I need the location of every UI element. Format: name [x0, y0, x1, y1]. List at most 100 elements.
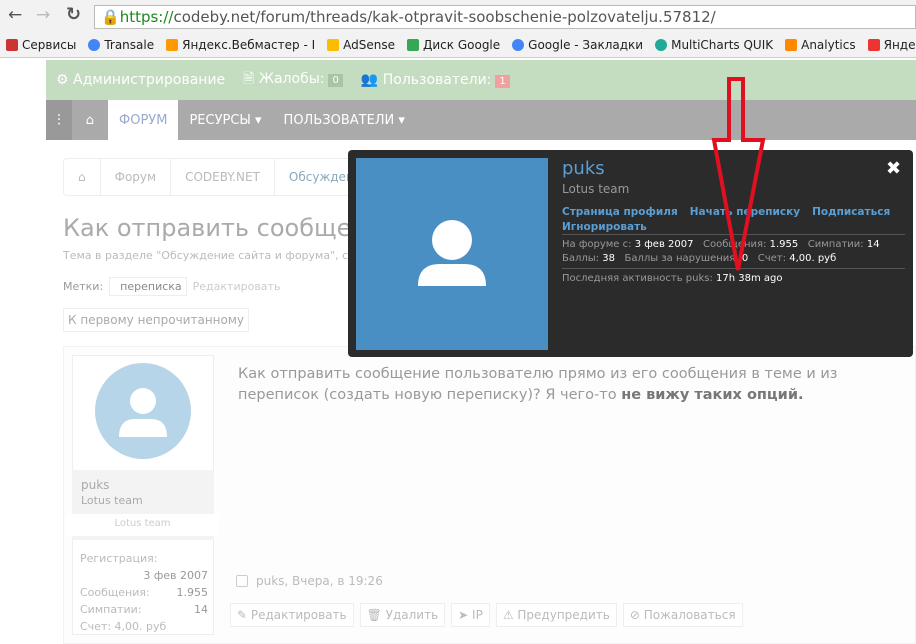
popup-user-title: Lotus team: [562, 182, 630, 196]
popup-username[interactable]: puks: [562, 158, 605, 179]
ip-button[interactable]: ➤ IP: [451, 603, 490, 627]
post-actions: ✎ Редактировать 🗑 Удалить ➤ IP ⚠ Предупр…: [230, 603, 743, 627]
red-arrow-annotation: [711, 77, 766, 271]
post-author-date[interactable]: puks, Вчера, в 19:26: [256, 574, 383, 588]
first-unread-button[interactable]: К первому непрочитанному: [63, 308, 250, 332]
complaints-badge: 0: [328, 74, 343, 87]
account-value: 4,00. руб: [789, 253, 837, 264]
delete-button[interactable]: 🗑 Удалить: [359, 603, 446, 627]
yandex-icon: [166, 39, 179, 51]
forward-icon[interactable]: →: [36, 5, 50, 25]
users-label: Пользователи:: [382, 72, 492, 88]
admin-link[interactable]: ⚙ Администрирование: [56, 72, 225, 88]
account: Счет: 4,00. руб: [80, 620, 167, 633]
bookmark[interactable]: Яндекс.Вебмастер - I: [166, 36, 315, 54]
admin-bar: ⚙ Администрирование 🗎 Жалобы: 0 👥 Пользов…: [46, 60, 916, 100]
messages-value: 1.955: [176, 586, 209, 599]
close-icon[interactable]: ✖: [886, 158, 901, 179]
bookmark[interactable]: Яндекс.Мет: [867, 36, 916, 54]
bookmark[interactable]: MultiCharts QUIK: [655, 36, 773, 54]
complaints-link[interactable]: 🗎 Жалобы: 0: [243, 68, 343, 92]
adsense-icon: [327, 39, 340, 51]
likes-label: Симпатии:: [80, 603, 142, 616]
likes-label: Симпатии:: [807, 239, 864, 250]
tab-users[interactable]: ПОЛЬЗОВАТЕЛИ ▾: [273, 100, 416, 140]
points-label: Баллы:: [562, 253, 600, 264]
multicharts-icon: [655, 39, 668, 51]
user-icon: [418, 220, 486, 286]
bookmark[interactable]: Сервисы: [6, 36, 76, 54]
drive-icon: [407, 39, 419, 51]
admin-label: Администрирование: [73, 72, 226, 88]
since-value: 3 фев 2007: [634, 239, 694, 250]
report-button[interactable]: ⊘ Пожаловаться: [622, 603, 743, 627]
bookmark-label: AdSense: [343, 38, 395, 52]
apps-icon: [6, 39, 18, 51]
bookmark-label: Яндекс.Мет: [883, 38, 916, 52]
tab-resources[interactable]: РЕСУРСЫ ▾: [178, 100, 272, 140]
bookmarks-bar: Сервисы Transale Яндекс.Вебмастер - I Ad…: [0, 33, 916, 58]
bookmark[interactable]: Диск Google: [407, 36, 500, 54]
address-bar[interactable]: 🔒https://codeby.net/forum/threads/kak-ot…: [94, 5, 916, 29]
bookmark-label: Google - Закладки: [528, 38, 644, 52]
url-path: codeby.net/forum/threads/kak-otpravit-so…: [173, 8, 716, 26]
users-link[interactable]: 👥 Пользователи: 1: [361, 72, 510, 88]
message-text-bold: не вижу таких опций.: [621, 387, 804, 403]
page-title: Как отправить сообщение пользователю: [63, 214, 353, 242]
reload-icon[interactable]: ↻: [66, 4, 81, 25]
logo-icon[interactable]: ⫶: [46, 100, 72, 140]
back-icon[interactable]: ←: [8, 5, 22, 25]
tag[interactable]: переписка: [109, 277, 187, 296]
users-badge: 1: [495, 75, 510, 88]
follow-link[interactable]: Подписаться: [812, 206, 890, 218]
post-message: Как отправить сообщение пользователю пря…: [238, 364, 888, 406]
thread-subtitle: Тема в разделе "Обсуждение сайта и форум…: [63, 249, 349, 262]
username[interactable]: puks: [81, 478, 109, 492]
points-value: 38: [602, 253, 615, 264]
ignore-link[interactable]: Игнорировать: [562, 221, 647, 233]
main-nav: ⫶ ⌂ ФОРУМ РЕСУРСЫ ▾ ПОЛЬЗОВАТЕЛИ ▾: [46, 100, 916, 140]
bookmark[interactable]: AdSense: [327, 36, 395, 54]
bookmark-label: Яндекс.Вебмастер - I: [182, 38, 316, 52]
avatar[interactable]: [95, 363, 191, 459]
url-scheme: https://: [119, 8, 174, 26]
bookmark[interactable]: Analytics: [785, 36, 856, 54]
google-icon: [88, 39, 101, 51]
breadcrumb: ⌂ Форум CODEBY.NET Обсуждение: [63, 158, 384, 196]
tags-row: Метки: переписка Редактировать: [63, 277, 280, 296]
tab-forum[interactable]: ФОРУМ: [108, 100, 179, 140]
edit-tags-link[interactable]: Редактировать: [193, 280, 281, 293]
bookmark-label: Transale: [104, 38, 155, 52]
warn-button[interactable]: ⚠ Предупредить: [495, 603, 617, 627]
post-meta: puks, Вчера, в 19:26: [236, 574, 383, 588]
popup-avatar[interactable]: [356, 158, 548, 350]
last-activity-label: Последняя активность puks:: [562, 273, 713, 284]
likes-value: 14: [866, 239, 880, 250]
tags-label: Метки:: [63, 280, 104, 293]
bookmark[interactable]: Transale: [88, 36, 154, 54]
bookmark-label: Analytics: [801, 38, 856, 52]
user-title: Lotus team: [81, 494, 143, 507]
messages-label: Сообщения:: [80, 586, 150, 599]
user-icon: [119, 388, 167, 437]
lock-icon: 🔒: [101, 8, 120, 26]
breadcrumb-item[interactable]: CODEBY.NET: [171, 159, 275, 195]
home-icon[interactable]: ⌂: [64, 159, 101, 195]
edit-button[interactable]: ✎ Редактировать: [230, 603, 354, 627]
reg-label: Регистрация:: [80, 552, 158, 565]
bookmark[interactable]: Google - Закладки: [512, 36, 643, 54]
analytics-icon: [785, 39, 798, 51]
reg-value: 3 фев 2007: [143, 569, 208, 582]
bookmark-label: MultiCharts QUIK: [671, 38, 774, 52]
select-checkbox[interactable]: [236, 575, 248, 587]
since-label: На форуме с:: [562, 239, 632, 250]
google-icon: [512, 39, 525, 51]
user-banner: Lotus team: [66, 514, 219, 536]
metrika-icon: [867, 39, 880, 51]
complaints-label: Жалобы:: [258, 71, 325, 87]
bookmark-label: Диск Google: [423, 38, 501, 52]
home-icon[interactable]: ⌂: [72, 100, 108, 140]
likes-value: 14: [194, 603, 208, 616]
profile-link[interactable]: Страница профиля: [562, 206, 678, 218]
breadcrumb-item[interactable]: Форум: [101, 159, 172, 195]
